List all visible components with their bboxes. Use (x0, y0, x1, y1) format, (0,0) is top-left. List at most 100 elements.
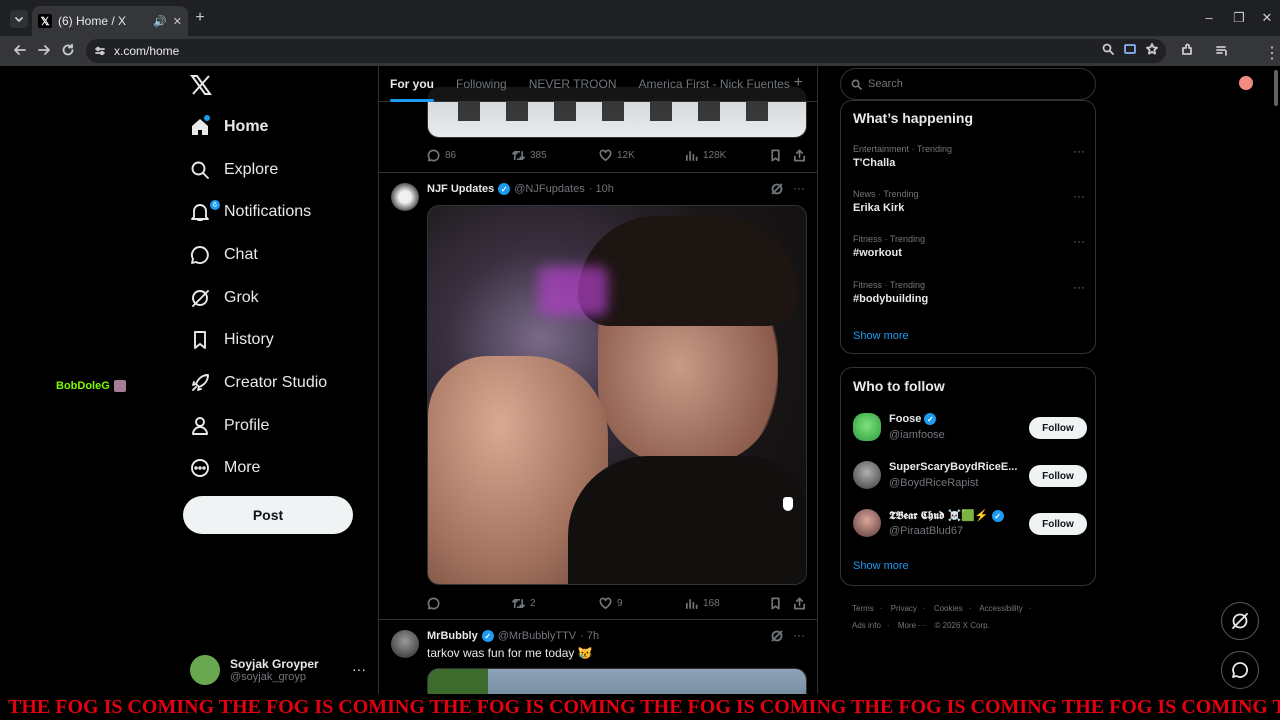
tab-close-icon[interactable]: ✕ (173, 15, 182, 28)
minimize-icon[interactable]: – (1199, 10, 1219, 25)
reply-button[interactable] (427, 597, 440, 610)
trend-item[interactable]: Entertainment · Trending T'Challa ··· (853, 144, 1085, 169)
post-author-name[interactable]: MrBubbly (427, 630, 478, 642)
reload-icon[interactable] (59, 41, 77, 59)
follow-suggestion[interactable]: SuperScaryBoydRiceE... @BoydRiceRapist F… (853, 459, 1087, 493)
nav-notifications[interactable]: 6 Notifications (190, 191, 311, 233)
stream-overlay-username: BobDoleG (56, 380, 126, 392)
tab-never-troon[interactable]: NEVER TROON (518, 66, 628, 102)
share-button[interactable] (793, 597, 806, 610)
bookmark-button[interactable] (769, 597, 782, 610)
post-time[interactable]: · 10h (589, 183, 614, 195)
account-more-icon[interactable]: ··· (352, 661, 366, 677)
page-scrollbar[interactable] (1274, 70, 1278, 106)
follow-button[interactable]: Follow (1029, 513, 1087, 535)
trend-more-icon[interactable]: ··· (1073, 280, 1085, 294)
grok-icon[interactable] (771, 630, 783, 642)
nav-grok[interactable]: Grok (190, 277, 259, 319)
cast-icon[interactable] (1124, 43, 1136, 55)
show-more-link[interactable]: Show more (853, 560, 909, 572)
nav-explore[interactable]: Explore (190, 149, 278, 191)
like-button[interactable]: 9 (599, 597, 623, 610)
reply-button[interactable]: 86 (427, 149, 456, 162)
trend-item[interactable]: News · Trending Erika Kirk ··· (853, 189, 1085, 214)
views-button[interactable]: 168 (685, 597, 720, 610)
tab-following[interactable]: Following (445, 66, 518, 102)
search-input[interactable]: Search (840, 68, 1096, 100)
tab-for-you[interactable]: For you (379, 66, 445, 102)
footer-cookies[interactable]: Cookies (934, 604, 963, 613)
grok-icon[interactable] (771, 183, 783, 195)
avatar[interactable] (391, 630, 419, 658)
share-button[interactable] (793, 149, 806, 162)
window-close-icon[interactable]: ✕ (1257, 10, 1277, 26)
bookmark-button[interactable] (769, 149, 782, 162)
show-more-link[interactable]: Show more (853, 330, 909, 342)
nav-chat[interactable]: Chat (190, 234, 258, 276)
back-icon[interactable] (11, 41, 29, 59)
forward-icon[interactable] (35, 41, 53, 59)
browser-tab[interactable]: 𝕏 (6) Home / X 🔊 ✕ (32, 6, 188, 36)
post-author-handle[interactable]: @NJFupdates (514, 183, 584, 195)
tab-search-icon[interactable] (10, 10, 28, 28)
grok-floating-button[interactable] (1221, 602, 1259, 640)
post-more-icon[interactable]: ··· (793, 629, 805, 642)
right-sidebar: Search What’s happening Entertainment · … (840, 66, 1100, 720)
new-tab-button[interactable]: + (192, 9, 208, 27)
footer-ads-info[interactable]: Ads info (852, 621, 881, 630)
trend-more-icon[interactable]: ··· (1073, 144, 1085, 158)
footer-privacy[interactable]: Privacy (891, 604, 917, 613)
footer-more[interactable]: More ··· (898, 621, 926, 630)
follow-button[interactable]: Follow (1029, 465, 1087, 487)
post-author-handle[interactable]: @MrBubblyTTV (498, 630, 576, 642)
repost-button[interactable]: 2 (512, 597, 536, 610)
repost-button[interactable]: 385 (512, 149, 547, 162)
trend-more-icon[interactable]: ··· (1073, 189, 1085, 203)
follow-suggestion[interactable]: Foose ✓ @iamfoose Follow (853, 411, 1087, 445)
bookmark-star-icon[interactable] (1146, 43, 1158, 55)
address-bar[interactable]: x.com/home (86, 39, 1166, 63)
post-author-name[interactable]: NJF Updates (427, 183, 494, 195)
account-switcher[interactable]: Soyjak Groyper @soyjak_groyp ··· (190, 651, 370, 689)
nav-creator-studio[interactable]: Creator Studio (190, 362, 327, 404)
avatar[interactable] (391, 183, 419, 211)
browser-profile-avatar[interactable] (1239, 76, 1253, 90)
avatar[interactable] (853, 509, 881, 537)
post-button[interactable]: Post (183, 496, 353, 534)
nav-profile[interactable]: Profile (190, 405, 269, 447)
tab-america-first[interactable]: America First - Nick Fuentes (628, 66, 801, 102)
repost-icon (512, 150, 525, 160)
browser-menu-icon[interactable]: ⋮ (1264, 43, 1280, 63)
site-info-icon[interactable] (94, 45, 106, 57)
post-njf-updates[interactable]: NJF Updates ✓ @NJFupdates · 10h ··· 2 9 … (379, 172, 817, 619)
trend-item[interactable]: Fitness · Trending #bodybuilding ··· (853, 280, 1085, 305)
x-logo-icon[interactable] (190, 74, 214, 98)
nav-more[interactable]: More (190, 447, 260, 489)
zoom-icon[interactable] (1102, 43, 1114, 55)
add-tab-icon[interactable]: + (794, 74, 803, 92)
repost-icon (512, 598, 525, 608)
chat-floating-button[interactable] (1221, 651, 1259, 689)
views-icon (686, 598, 698, 609)
trend-item[interactable]: Fitness · Trending #workout ··· (853, 234, 1085, 259)
nav-history[interactable]: History (190, 319, 274, 361)
follow-suggestion[interactable]: 𝕿𝕭𝖊𝖆𝖗 𝕮𝖍𝖚𝖉 ☠️🟩⚡ ✓ @PiraatBlud67 Follow (853, 507, 1087, 541)
trend-context: Fitness · Trending (853, 234, 926, 244)
restore-icon[interactable]: ❐ (1229, 10, 1249, 26)
post-time[interactable]: · 7h (580, 630, 599, 642)
post-more-icon[interactable]: ··· (793, 182, 805, 195)
trend-more-icon[interactable]: ··· (1073, 234, 1085, 248)
media-control-icon[interactable] (1215, 43, 1229, 57)
like-button[interactable]: 12K (599, 149, 635, 162)
footer-accessibility[interactable]: Accessibility (979, 604, 1023, 613)
post-video[interactable] (427, 205, 807, 585)
speaker-icon[interactable]: 🔊 (153, 15, 167, 28)
follow-button[interactable]: Follow (1029, 417, 1087, 439)
avatar[interactable] (853, 413, 881, 441)
extensions-icon[interactable] (1180, 43, 1194, 57)
views-button[interactable]: 128K (685, 149, 726, 162)
footer-terms[interactable]: Terms (852, 604, 874, 613)
nav-home[interactable]: Home (190, 106, 268, 148)
suggestion-name-row: Foose ✓ (889, 413, 937, 425)
avatar[interactable] (853, 461, 881, 489)
